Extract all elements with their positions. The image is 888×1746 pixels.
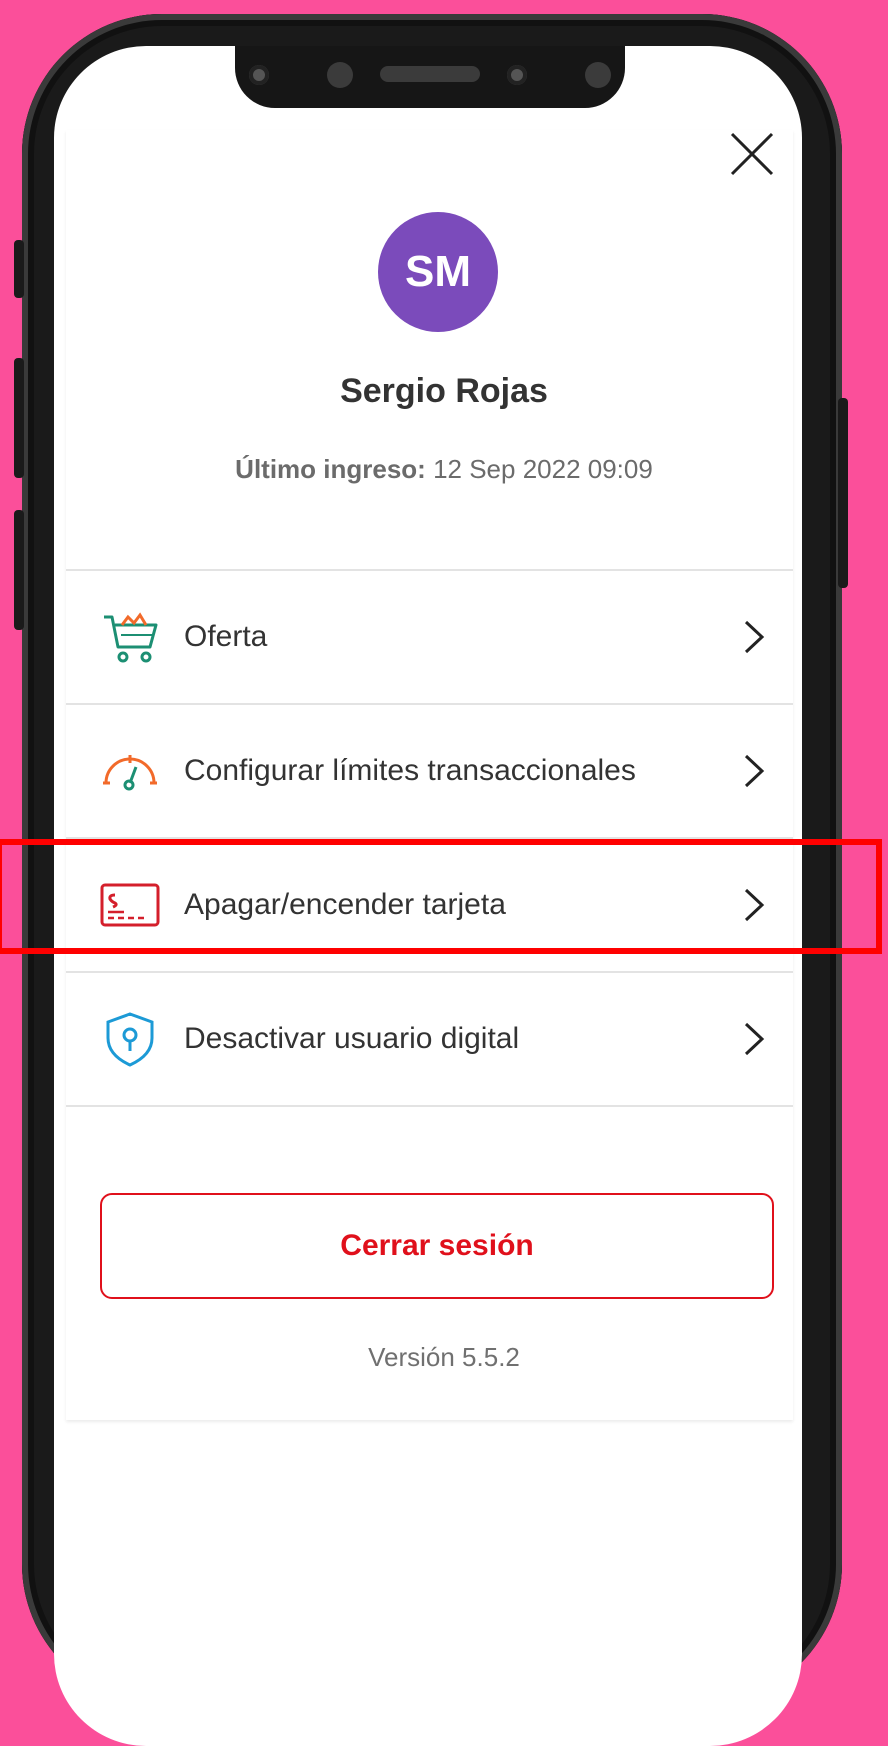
- menu-item-oferta[interactable]: Oferta: [66, 569, 793, 703]
- chevron-right-icon: [742, 1021, 766, 1057]
- menu-item-desactivar[interactable]: Desactivar usuario digital: [66, 971, 793, 1107]
- menu-item-tarjeta[interactable]: Apagar/encender tarjeta: [66, 837, 793, 971]
- app-version: Versión 5.5.2: [368, 1342, 520, 1372]
- menu-item-label: Desactivar usuario digital: [184, 1022, 520, 1055]
- chevron-right-icon: [742, 753, 766, 789]
- chevron-right-icon: [742, 619, 766, 655]
- sensor: [507, 65, 527, 85]
- last-login-label: Último ingreso:: [235, 454, 426, 484]
- last-login: Último ingreso: 12 Sep 2022 09:09: [0, 454, 888, 485]
- last-login-value: 12 Sep 2022 09:09: [425, 454, 653, 484]
- credit-card-icon: [100, 877, 160, 933]
- menu-item-label: Configurar límites transaccionales: [184, 754, 636, 787]
- close-icon[interactable]: [730, 132, 774, 176]
- user-name: Sergio Rojas: [340, 372, 548, 410]
- shield-lock-icon: [100, 1011, 160, 1067]
- menu-item-label: Oferta: [184, 620, 268, 653]
- shopping-cart-icon: [100, 609, 160, 665]
- avatar: SM: [378, 212, 498, 332]
- menu-item-label: Apagar/encender tarjeta: [184, 888, 506, 921]
- speedometer-icon: [100, 743, 160, 799]
- logout-button[interactable]: Cerrar sesión: [100, 1193, 774, 1299]
- phone-side-button: [14, 510, 24, 630]
- camera: [585, 62, 611, 88]
- camera: [327, 62, 353, 88]
- menu-item-limites[interactable]: Configurar límites transaccionales: [66, 703, 793, 837]
- menu-list: Oferta Configurar límites transaccionale…: [66, 569, 793, 1107]
- sensor: [249, 65, 269, 85]
- phone-side-button: [838, 398, 848, 588]
- speaker-grill: [380, 66, 480, 82]
- phone-notch: [235, 46, 625, 108]
- chevron-right-icon: [742, 887, 766, 923]
- phone-side-button: [14, 240, 24, 298]
